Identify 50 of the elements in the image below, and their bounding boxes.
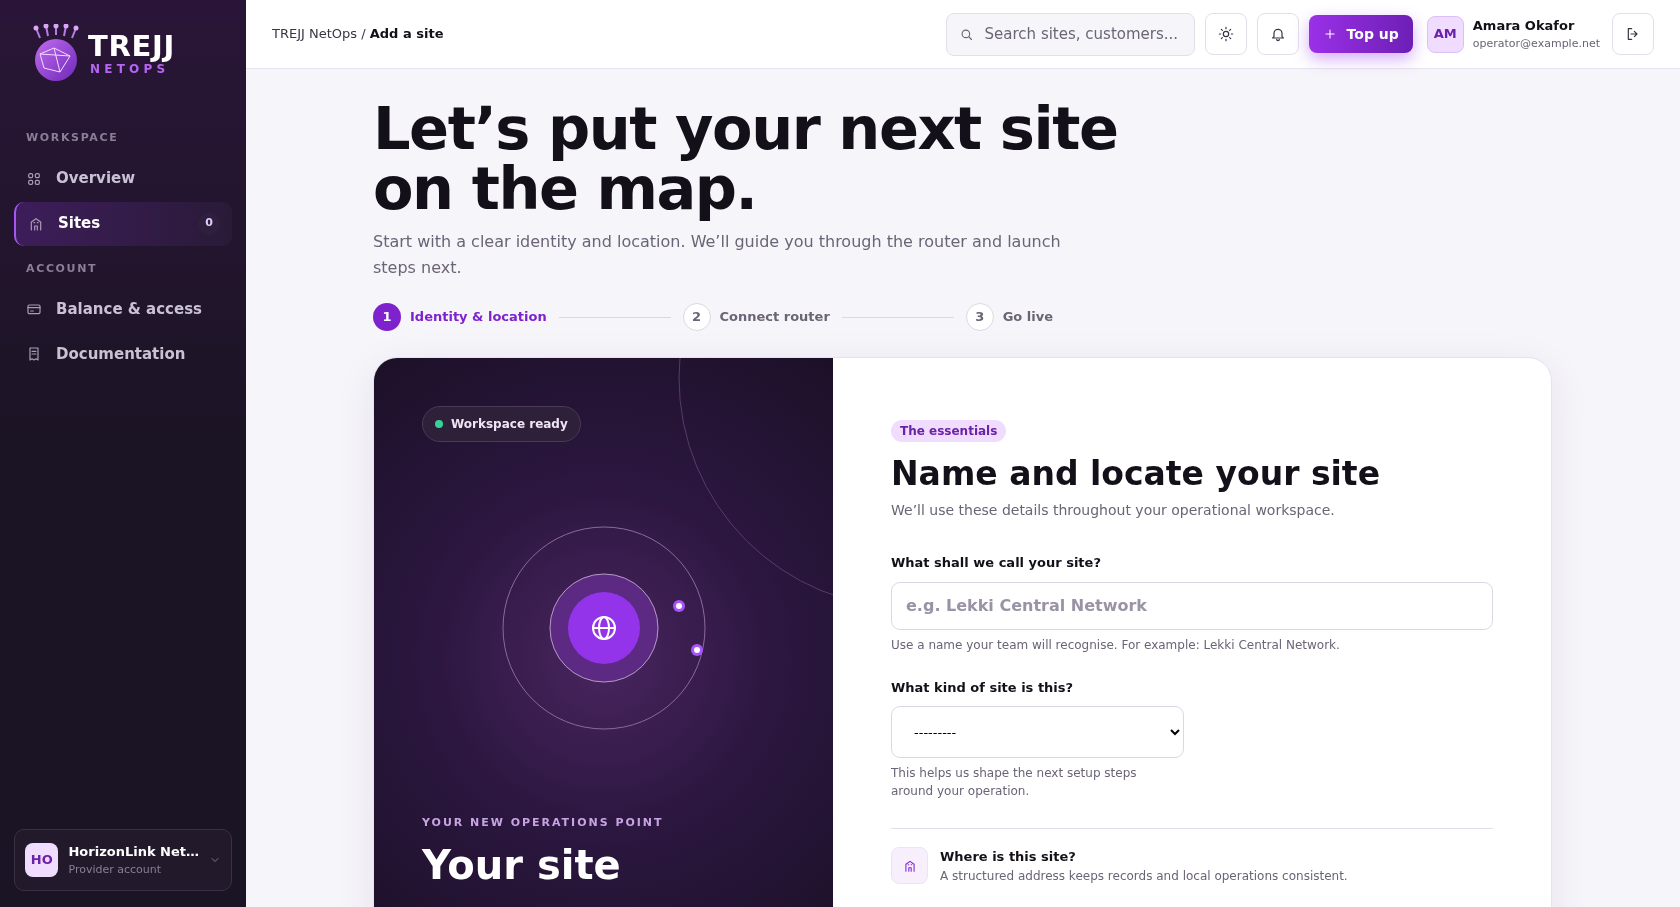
site-type-dropdown[interactable]: --------- (891, 706, 1184, 758)
nav-item[interactable]: Balance & access (14, 287, 232, 331)
building-icon (28, 215, 44, 232)
nav-item[interactable]: Sites 0 (14, 201, 232, 246)
brand-tagline: NETOPS (90, 62, 170, 75)
status-pill: Workspace ready (422, 406, 581, 442)
page-subtitle: Start with a clear identity and location. We’ll guide you through the router and launch steps next. (373, 231, 1062, 279)
hero-eyebrow: YOUR NEW OPERATIONS POINT (422, 815, 664, 831)
page-title: Let’s put your next site on the map. (373, 99, 1119, 219)
step[interactable]: 3 Go live (965, 303, 1053, 331)
top-up-button[interactable]: Top up (1308, 15, 1413, 53)
step[interactable]: 1 Identity & location (373, 303, 547, 331)
bell-icon (1269, 26, 1286, 42)
globe-icon (592, 616, 616, 640)
document-icon (26, 346, 42, 362)
help-text: Use a name your team will recognise. For example: Lekki Central Network. (891, 636, 1341, 654)
logout-button[interactable] (1612, 13, 1654, 55)
section-label: ACCOUNT (25, 260, 99, 277)
name-input-field[interactable]: e.g. Lekki Central Network (891, 581, 1493, 630)
plus-icon (1322, 27, 1337, 41)
form-subtitle: We’ll use these details throughout your operational workspace. (891, 501, 1336, 520)
field-label: What shall we call your site? (891, 554, 1102, 572)
account-role: Provider account (68, 861, 163, 878)
section-badge: The essentials (891, 420, 1007, 442)
help-text: This helps us shape the next setup steps around your operation. (891, 765, 1138, 800)
user-email: operator@example.net (1472, 35, 1600, 52)
breadcrumb: TREJJ NetOps / Add a site (272, 25, 445, 44)
field-label: What kind of site is this? (891, 678, 1075, 697)
section-label: WORKSPACE (25, 130, 120, 146)
sun-icon (1217, 26, 1234, 42)
nav-item[interactable]: Overview (14, 156, 232, 201)
account-avatar: HO (25, 843, 59, 877)
user-avatar: AM (1426, 15, 1464, 53)
card-icon (26, 301, 42, 317)
section-title: Where is this site? (940, 848, 1077, 866)
form-title: Name and locate your site (891, 453, 1382, 495)
step[interactable]: 2 Connect router (682, 303, 830, 331)
hero-title: Your site (422, 841, 621, 890)
building-icon (902, 858, 917, 873)
account-name: HorizonLink Net… (68, 843, 199, 861)
brand-name: TREJJ (88, 31, 176, 61)
section-description: A structured address keeps records and local operations consistent. (940, 867, 1348, 885)
account-switcher[interactable]: HO HorizonLink Net… Provider account (14, 829, 232, 891)
theme-button[interactable] (1204, 13, 1247, 55)
nav-item[interactable]: Documentation (14, 332, 232, 376)
search-field[interactable]: Search sites, customers... (945, 12, 1195, 56)
grid-icon (26, 170, 42, 187)
user-name: Amara Okafor (1472, 17, 1576, 35)
count-badge: 0 (198, 212, 220, 235)
notifications-button[interactable] (1256, 13, 1299, 55)
